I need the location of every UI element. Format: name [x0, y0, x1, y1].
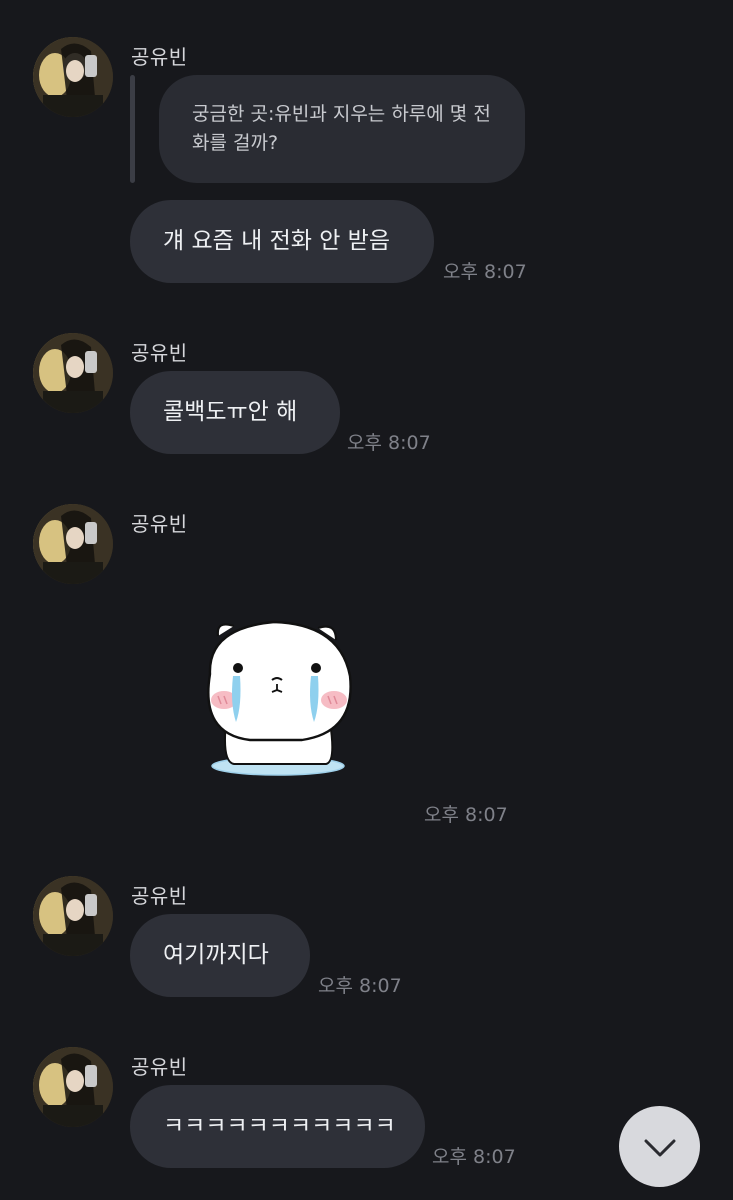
- scroll-to-bottom-button[interactable]: [619, 1106, 700, 1187]
- avatar[interactable]: [33, 1047, 113, 1127]
- sender-name: 공유빈: [131, 341, 188, 365]
- quote-bar: [130, 75, 135, 183]
- avatar[interactable]: [33, 504, 113, 584]
- avatar[interactable]: [33, 37, 113, 117]
- message-bubble[interactable]: 걔 요즘 내 전화 안 받음: [130, 200, 434, 283]
- message-bubble[interactable]: 여기까지다: [130, 914, 310, 997]
- sender-name: 공유빈: [131, 512, 188, 536]
- message-bubble[interactable]: ㅋㅋㅋㅋㅋㅋㅋㅋㅋㅋㅋ: [130, 1085, 425, 1168]
- message-text: 걔 요즘 내 전화 안 받음: [163, 228, 390, 254]
- sender-name: 공유빈: [131, 45, 188, 69]
- message-text: 여기까지다: [163, 942, 269, 968]
- avatar[interactable]: [33, 333, 113, 413]
- avatar[interactable]: [33, 876, 113, 956]
- message-text: 콜백도ㅠ안 해: [163, 399, 298, 425]
- crying-bear-sticker[interactable]: [190, 614, 358, 784]
- sender-name: 공유빈: [131, 1055, 188, 1079]
- message-time: 오후 8:07: [443, 261, 527, 283]
- message-time: 오후 8:07: [318, 975, 402, 997]
- message-time: 오후 8:07: [424, 804, 508, 826]
- chevron-down-icon: [644, 1139, 675, 1156]
- message-text: ㅋㅋㅋㅋㅋㅋㅋㅋㅋㅋㅋ: [163, 1113, 396, 1139]
- message-bubble[interactable]: 콜백도ㅠ안 해: [130, 371, 340, 454]
- message-time: 오후 8:07: [347, 432, 431, 454]
- quoted-message-text: 궁금한 곳:유빈과 지우는 하루에 몇 전화를 걸까?: [192, 103, 491, 154]
- quoted-message[interactable]: 궁금한 곳:유빈과 지우는 하루에 몇 전화를 걸까?: [159, 75, 525, 183]
- sender-name: 공유빈: [131, 884, 188, 908]
- message-time: 오후 8:07: [432, 1146, 516, 1168]
